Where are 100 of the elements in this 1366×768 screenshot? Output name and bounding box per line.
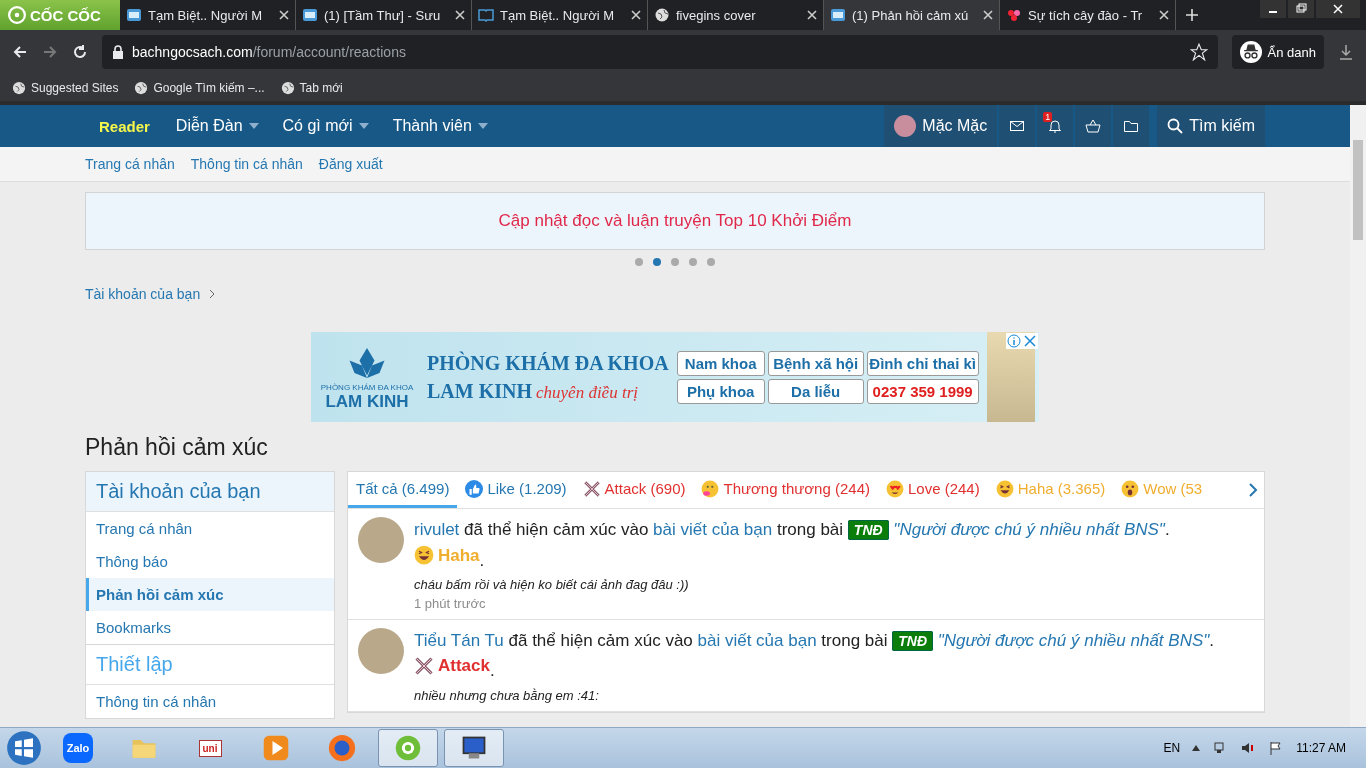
heart-eyes-icon [886, 479, 904, 498]
close-icon [1159, 10, 1169, 20]
url-path: /forum/account/reactions [252, 44, 406, 60]
avatar-photo-placeholder [358, 627, 404, 674]
address-bar[interactable]: bachngocsach.com/forum/account/reactions [102, 35, 1218, 69]
reaction-tab[interactable]: Tất cả (6.499) [348, 472, 458, 508]
close-icon [983, 10, 993, 20]
incognito-button[interactable]: Ẩn danh [1231, 35, 1324, 69]
incognito-icon [1239, 41, 1262, 63]
carousel-dot[interactable] [671, 258, 679, 266]
reaction-tab[interactable]: Like (1.209) [457, 472, 575, 508]
post-link[interactable]: bài viết của bạn [697, 630, 817, 650]
carousel-dot[interactable] [653, 258, 661, 266]
basket-button[interactable] [1075, 105, 1112, 147]
taskbar-app[interactable] [444, 729, 504, 767]
page-title: Phản hồi cảm xúc [85, 434, 269, 461]
sidebar-heading: Tài khoản của bạn [86, 472, 334, 512]
period-text: . [1209, 630, 1215, 650]
bookmark[interactable]: Tab mới [280, 80, 343, 95]
play-icon [262, 734, 290, 762]
clock[interactable]: 11:27 AM [1296, 741, 1346, 755]
tab-title: (1) Phản hồi cảm xú [852, 7, 970, 23]
caret-icon [248, 123, 259, 129]
scrollbar-thumb[interactable] [1353, 140, 1363, 240]
carousel-dot[interactable] [707, 258, 715, 266]
site-brand[interactable]: Reader [85, 117, 164, 135]
reaction-tab[interactable]: Thương thương (244) [693, 472, 878, 508]
close-icon [631, 10, 641, 20]
close-icon [1316, 0, 1360, 18]
flower-icon [1006, 7, 1022, 23]
plus-icon [1186, 9, 1198, 21]
unikey-icon: uni [198, 739, 222, 757]
subnav-link[interactable]: Thông tin cá nhân [190, 156, 303, 172]
thread-link[interactable]: "Người được chú ý nhiều nhất BNS" [893, 520, 1165, 539]
page-icon [302, 7, 318, 23]
carousel-dot[interactable] [635, 258, 643, 266]
thumbs-up-icon [465, 479, 484, 498]
chevron-right-icon [1248, 482, 1258, 498]
browser-tab[interactable]: (1) Phản hồi cảm xú [824, 0, 1000, 30]
thread-prefix-tag: TNĐ [892, 630, 934, 651]
action-text: đã thể hiện cảm xúc vào [464, 520, 649, 539]
subnav-link[interactable]: Trang cá nhân [85, 156, 175, 172]
search-button[interactable]: Tìm kiếm [1157, 105, 1265, 147]
reaction-label: Attack [414, 653, 490, 679]
reaction-tab[interactable]: Love (244) [878, 472, 988, 508]
timestamp: 1 phút trước [414, 595, 487, 611]
subnav-link[interactable]: Đăng xuất [318, 156, 383, 172]
comment-snippet: nhiều nhưng chưa bằng em :41: [414, 687, 600, 703]
globe-icon [280, 80, 295, 95]
ad-service-sign: Đình chỉ thai kì [866, 350, 979, 376]
book-icon [478, 7, 494, 23]
restore-icon [1288, 0, 1314, 18]
tab-title: Tạm Biệt.. Người M [148, 7, 264, 23]
ad-service-sign: Nam khoa [676, 350, 765, 376]
preposition-text: trong bài [821, 630, 888, 650]
surprised-face-icon [1121, 479, 1140, 498]
globe-icon [134, 80, 149, 95]
forward-icon [42, 44, 58, 60]
nav-menu-item[interactable]: Có gì mới [270, 117, 381, 135]
comment-snippet: cháu bấm rồi và hiện ko biết cái ảnh đag đâu :)) [414, 576, 690, 592]
close-icon [807, 10, 817, 20]
coccoc-icon [394, 734, 422, 762]
post-link[interactable]: bài viết của bạn [653, 520, 773, 539]
sidebar-item[interactable]: Phản hồi cảm xúc [86, 578, 334, 611]
taskbar-app[interactable]: uni [180, 729, 240, 767]
page-icon [830, 7, 846, 23]
user-menu[interactable]: Mặc Mặc [884, 105, 998, 147]
carousel-dot[interactable] [689, 258, 697, 266]
user-link[interactable]: rivulet [414, 520, 460, 539]
page-icon [126, 7, 142, 23]
tab-title: fivegins cover [676, 7, 757, 23]
nav-menu-item[interactable]: Diễn Đàn [163, 117, 271, 135]
caret-up-icon [1192, 745, 1201, 751]
lock-icon [112, 45, 124, 59]
thread-link[interactable]: "Người được chú ý nhiều nhất BNS" [937, 630, 1210, 650]
folder-button[interactable] [1113, 105, 1150, 147]
browser-logo[interactable]: CỐC CỐC [0, 0, 120, 30]
notice-text[interactable]: Cập nhật đọc và luận truyện Top 10 Khởi Điểm [498, 211, 852, 231]
user-link[interactable]: Tiểu Tán Tu [414, 630, 504, 650]
reaction-tab[interactable]: Attack (690) [574, 472, 694, 508]
bookmark[interactable]: Google Tìm kiếm –... [134, 80, 265, 95]
alerts-button[interactable]: 1 [1037, 105, 1074, 147]
nav-menu-item[interactable]: Thành viên [380, 117, 500, 135]
crossed-swords-icon [414, 656, 434, 676]
leaf-icon [8, 6, 26, 24]
ad-service-sign: 0237 359 1999 [866, 378, 979, 404]
bookmark[interactable]: Suggested Sites [12, 80, 119, 95]
taskbar-app[interactable]: Zalo [48, 729, 108, 767]
back-icon [12, 44, 28, 60]
inbox-button[interactable] [999, 105, 1036, 147]
period-text: . [479, 550, 485, 570]
basket-icon [1085, 118, 1102, 134]
ad-headline: PHÒNG KHÁM ĐA KHOA [427, 350, 669, 376]
tab-title: (1) [Tầm Thư] - Sưu [324, 7, 442, 23]
action-text: đã thể hiện cảm xúc vào [508, 630, 693, 650]
url-host: bachngocsach.com [132, 44, 253, 60]
laughing-face-icon [995, 479, 1014, 498]
breadcrumb-link[interactable]: Tài khoản của bạn [85, 286, 217, 302]
language-indicator[interactable]: EN [1163, 741, 1181, 755]
download-icon [1338, 44, 1354, 60]
